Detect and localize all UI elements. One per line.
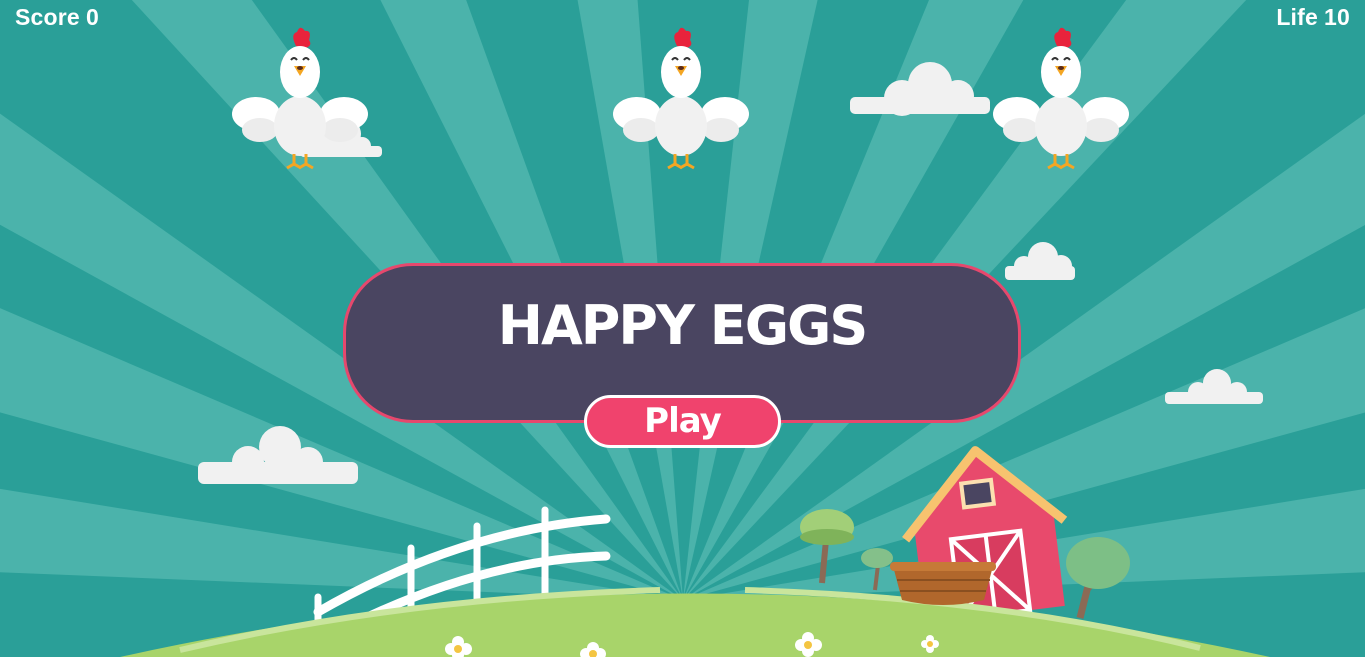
game-title: HAPPY EGGS [497,294,868,357]
score-label: Score [15,4,80,30]
basket-icon [890,562,996,605]
score-display: Score 0 [15,4,99,31]
play-button[interactable]: Play [584,395,781,448]
life-display: Life 10 [1276,4,1350,31]
score-value: 0 [85,4,99,30]
life-value: 10 [1324,4,1350,30]
life-label: Life [1276,4,1319,30]
